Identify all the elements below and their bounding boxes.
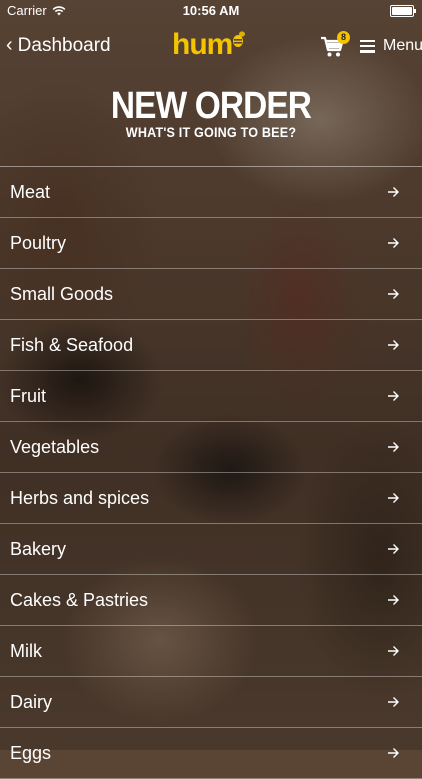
hum-logo: hum [172,28,247,62]
category-label: Poultry [10,232,67,253]
cart-count-badge: 8 [337,31,350,44]
back-label: Dashboard [17,35,111,56]
category-row-fish-seafood[interactable]: Fish & Seafood [0,320,422,371]
arrow-right-icon [388,187,399,197]
cart-button[interactable]: 8 [320,31,350,60]
arrow-right-icon [388,697,399,707]
chevron-left-icon: ‹ [6,34,13,56]
hamburger-icon [360,39,375,53]
category-label: Meat [10,181,51,202]
category-label: Milk [10,640,42,661]
category-label: Vegetables [10,436,100,457]
back-button[interactable]: ‹ Dashboard [6,34,111,57]
category-label: Herbs and spices [10,487,150,508]
status-bar: Carrier 10:56 AM [0,0,422,22]
bee-icon [233,31,246,47]
menu-button[interactable]: Menu [360,37,422,55]
category-row-meat[interactable]: Meat [0,167,422,218]
arrow-right-icon [388,646,399,656]
arrow-right-icon [388,340,399,350]
category-row-small-goods[interactable]: Small Goods [0,269,422,320]
page-heading: NEW ORDER WHAT'S IT GOING TO BEE? [0,85,422,140]
category-label: Fish & Seafood [10,334,134,355]
category-label: Dairy [10,691,53,712]
category-label: Fruit [10,385,46,406]
category-row-bakery[interactable]: Bakery [0,524,422,575]
arrow-right-icon [388,238,399,248]
page-title: NEW ORDER [110,85,312,127]
arrow-right-icon [388,442,399,452]
menu-label: Menu [383,37,422,54]
arrow-right-icon [388,493,399,503]
category-label: Bakery [10,538,67,559]
page-subtitle: WHAT'S IT GOING TO BEE? [125,124,297,140]
arrow-right-icon [388,544,399,554]
status-time: 10:56 AM [182,3,240,18]
category-label: Eggs [10,742,52,763]
category-label: Small Goods [10,283,114,304]
battery-icon [390,5,416,17]
category-list: Meat Poultry Small Goods Fish & Seafood … [0,166,422,779]
category-label: Cakes & Pastries [10,589,149,610]
category-row-herbs-spices[interactable]: Herbs and spices [0,473,422,524]
category-row-dairy[interactable]: Dairy [0,677,422,728]
category-row-cakes-pastries[interactable]: Cakes & Pastries [0,575,422,626]
arrow-right-icon [388,595,399,605]
arrow-right-icon [388,391,399,401]
logo-text: hum [172,28,233,61]
category-row-eggs[interactable]: Eggs [0,728,422,779]
arrow-right-icon [388,748,399,758]
nav-bar: ‹ Dashboard hum 8 Menu [0,22,422,72]
category-row-fruit[interactable]: Fruit [0,371,422,422]
category-row-poultry[interactable]: Poultry [0,218,422,269]
category-row-vegetables[interactable]: Vegetables [0,422,422,473]
category-row-milk[interactable]: Milk [0,626,422,677]
arrow-right-icon [388,289,399,299]
